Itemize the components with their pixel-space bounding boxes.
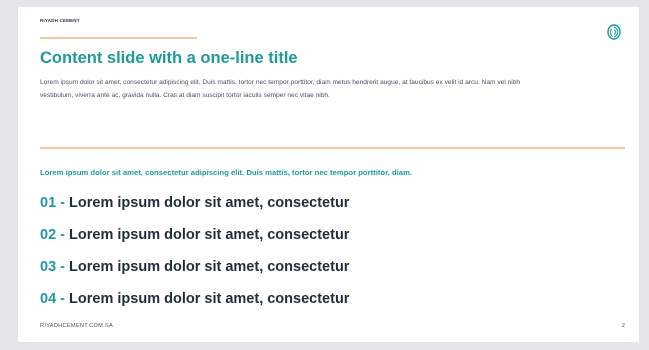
list-item: 03 - Lorem ipsum dolor sit amet, consect…	[40, 251, 349, 283]
list-item-text: Lorem ipsum dolor sit amet, consectetur	[69, 195, 350, 211]
list-item-text: Lorem ipsum dolor sit amet, consectetur	[69, 291, 350, 307]
footer-website: RIYADHCEMENT.COM.SA	[40, 323, 114, 329]
list-item-number: 02	[40, 227, 57, 243]
list-item-number: 04	[40, 291, 57, 307]
title-accent-rule	[40, 37, 197, 39]
list-item-separator: -	[60, 227, 66, 243]
numbered-list: 01 - Lorem ipsum dolor sit amet, consect…	[40, 187, 349, 315]
list-item: 04 - Lorem ipsum dolor sit amet, consect…	[40, 283, 349, 315]
list-item-separator: -	[60, 291, 66, 307]
fingerprint-leaf-icon	[607, 24, 621, 40]
list-item-number: 01	[40, 195, 57, 211]
intro-paragraph: Lorem ipsum dolor sit amet, consectetur …	[40, 79, 521, 99]
list-item-text: Lorem ipsum dolor sit amet, consectetur	[69, 227, 350, 243]
list-item-separator: -	[60, 195, 66, 211]
section-divider	[40, 147, 625, 149]
slide-title: Content slide with a one-line title	[40, 49, 298, 67]
list-item: 02 - Lorem ipsum dolor sit amet, consect…	[40, 219, 349, 251]
slide: RIYADH CEMENT Content slide with a one-l…	[18, 7, 639, 342]
brand-wordmark: RIYADH CEMENT	[40, 18, 80, 23]
list-item: 01 - Lorem ipsum dolor sit amet, consect…	[40, 187, 349, 219]
page-number: 2	[621, 323, 625, 329]
list-item-number: 03	[40, 259, 57, 275]
list-item-text: Lorem ipsum dolor sit amet, consectetur	[69, 259, 350, 275]
lead-statement: Lorem ipsum dolor sit amet, consectetur …	[40, 168, 413, 177]
list-item-separator: -	[60, 259, 66, 275]
